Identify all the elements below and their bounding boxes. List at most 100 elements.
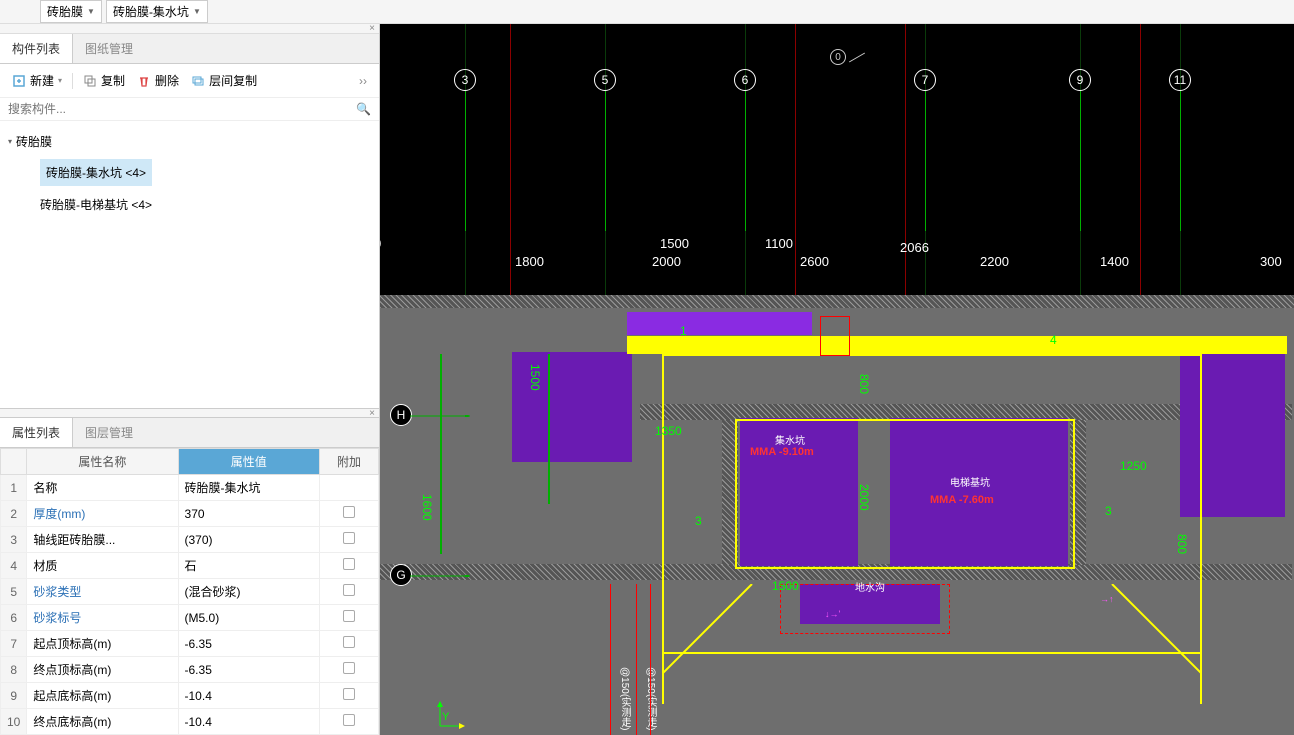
dim-1350: 1350 xyxy=(655,424,682,438)
prop-extra[interactable] xyxy=(320,527,379,553)
tab-drawing-mgmt[interactable]: 图纸管理 xyxy=(73,34,145,63)
column-circle: 5 xyxy=(594,69,616,91)
component-tree: ▾ 砖胎膜 砖胎膜-集水坑 <4> 砖胎膜-电梯基坑 <4> xyxy=(0,121,379,408)
more-button[interactable]: ›› xyxy=(355,74,371,88)
prop-name: 厚度(mm) xyxy=(27,501,178,527)
search-icon[interactable]: 🔍 xyxy=(356,102,371,116)
prop-extra[interactable] xyxy=(320,579,379,605)
rebar-label: @150(实测走) xyxy=(617,667,632,731)
prop-extra[interactable] xyxy=(320,605,379,631)
component-dropdown-label: 砖胎膜-集水坑 xyxy=(113,3,189,20)
tab-component-list[interactable]: 构件列表 xyxy=(0,34,73,63)
tab-layers[interactable]: 图层管理 xyxy=(73,418,145,447)
prop-extra[interactable] xyxy=(320,631,379,657)
dim-2600: 2600 xyxy=(800,254,829,269)
prop-extra[interactable] xyxy=(320,709,379,735)
row-num: 9 xyxy=(1,683,27,709)
search-row: 🔍 xyxy=(0,98,379,121)
panel-close-icon[interactable]: × xyxy=(0,24,379,34)
table-row[interactable]: 7 起点顶标高(m) -6.35 xyxy=(1,631,379,657)
table-row[interactable]: 2 厚度(mm) 370 xyxy=(1,501,379,527)
table-row[interactable]: 8 终点顶标高(m) -6.35 xyxy=(1,657,379,683)
prop-value[interactable]: -6.35 xyxy=(178,631,320,657)
chevron-down-icon: ▾ xyxy=(58,76,62,85)
category-dropdown-label: 砖胎膜 xyxy=(47,3,83,20)
floorcopy-button[interactable]: 层间复制 xyxy=(187,70,261,91)
drawing-canvas[interactable]: 0 3567911 0 1800 2000 1500 1100 2600 206… xyxy=(380,24,1294,735)
component-dropdown[interactable]: 砖胎膜-集水坑 ▼ xyxy=(106,0,208,23)
layers-icon xyxy=(191,74,205,88)
prop-extra[interactable] xyxy=(320,475,379,501)
prop-extra[interactable] xyxy=(320,683,379,709)
row-num: 10 xyxy=(1,709,27,735)
table-row[interactable]: 3 轴线距砖胎膜... (370) xyxy=(1,527,379,553)
search-input[interactable] xyxy=(8,102,356,116)
tree-root-label: 砖胎膜 xyxy=(16,133,52,150)
copy-button[interactable]: 复制 xyxy=(79,70,129,91)
elevator-label: 电梯基坑 xyxy=(950,474,990,489)
prop-name: 起点顶标高(m) xyxy=(27,631,178,657)
prop-value[interactable]: -10.4 xyxy=(178,709,320,735)
chevron-down-icon: ▼ xyxy=(193,7,201,16)
col-value: 属性值 xyxy=(178,449,320,475)
dim-2066: 2066 xyxy=(900,240,929,255)
floorcopy-label: 层间复制 xyxy=(209,72,257,89)
new-icon xyxy=(12,74,26,88)
row-num: 2 xyxy=(1,501,27,527)
category-dropdown[interactable]: 砖胎膜 ▼ xyxy=(40,0,102,23)
prop-extra[interactable] xyxy=(320,553,379,579)
prop-value[interactable]: (370) xyxy=(178,527,320,553)
dim-leader xyxy=(548,354,550,504)
delete-label: 删除 xyxy=(155,72,179,89)
delete-button[interactable]: 删除 xyxy=(133,70,183,91)
dim-label: 0 xyxy=(380,236,381,251)
table-row[interactable]: 5 砂浆类型 (混合砂浆) xyxy=(1,579,379,605)
tree-item-label: 砖胎膜-集水坑 <4> xyxy=(40,159,152,186)
prop-value[interactable]: -6.35 xyxy=(178,657,320,683)
prop-value[interactable]: (M5.0) xyxy=(178,605,320,631)
prop-value[interactable]: -10.4 xyxy=(178,683,320,709)
table-row[interactable]: 10 终点底标高(m) -10.4 xyxy=(1,709,379,735)
col-rownum xyxy=(1,449,27,475)
panel-divider[interactable]: × xyxy=(0,408,379,418)
dim-2000: 2000 xyxy=(652,254,681,269)
column-marker: 5 xyxy=(594,69,616,91)
table-row[interactable]: 9 起点底标高(m) -10.4 xyxy=(1,683,379,709)
top-bar: 砖胎膜 ▼ 砖胎膜-集水坑 ▼ xyxy=(0,0,1294,24)
yellow-strip xyxy=(627,336,1287,354)
table-row[interactable]: 6 砂浆标号 (M5.0) xyxy=(1,605,379,631)
table-row[interactable]: 4 材质 石 xyxy=(1,553,379,579)
column-marker: 7 xyxy=(914,69,936,91)
column-circle: 7 xyxy=(914,69,936,91)
row-num: 3 xyxy=(1,527,27,553)
column-circle: 11 xyxy=(1169,69,1191,91)
tab-properties[interactable]: 属性列表 xyxy=(0,418,73,447)
prop-value[interactable]: 石 xyxy=(178,553,320,579)
tree-item-sump[interactable]: 砖胎膜-集水坑 <4> xyxy=(0,154,379,191)
prop-name: 材质 xyxy=(27,553,178,579)
dim-3: 3 xyxy=(695,514,702,528)
dim-1400: 1400 xyxy=(1100,254,1129,269)
prop-value[interactable]: 370 xyxy=(178,501,320,527)
prop-value[interactable]: 砖胎膜-集水坑 xyxy=(178,475,320,501)
red-line xyxy=(650,584,651,735)
prop-name: 终点底标高(m) xyxy=(27,709,178,735)
prop-extra[interactable] xyxy=(320,657,379,683)
row-num: 8 xyxy=(1,657,27,683)
column-circle: 9 xyxy=(1069,69,1091,91)
dim-4: 4 xyxy=(1050,333,1057,347)
prop-extra[interactable] xyxy=(320,501,379,527)
tree-item-elevator[interactable]: 砖胎膜-电梯基坑 <4> xyxy=(0,191,379,218)
new-label: 新建 xyxy=(30,72,54,89)
dim-2000: 2000 xyxy=(857,484,871,511)
prop-value[interactable]: (混合砂浆) xyxy=(178,579,320,605)
new-button[interactable]: 新建 ▾ xyxy=(8,70,66,91)
column-marker: 3 xyxy=(454,69,476,91)
dim-300: 300 xyxy=(1260,254,1282,269)
column-circle: 3 xyxy=(454,69,476,91)
dim-leader xyxy=(440,354,442,554)
elevator-elev: MMA -7.60m xyxy=(930,494,994,506)
table-row[interactable]: 1 名称 砖胎膜-集水坑 xyxy=(1,475,379,501)
dim-800: 800 xyxy=(1175,534,1189,554)
tree-root[interactable]: ▾ 砖胎膜 xyxy=(0,129,379,154)
